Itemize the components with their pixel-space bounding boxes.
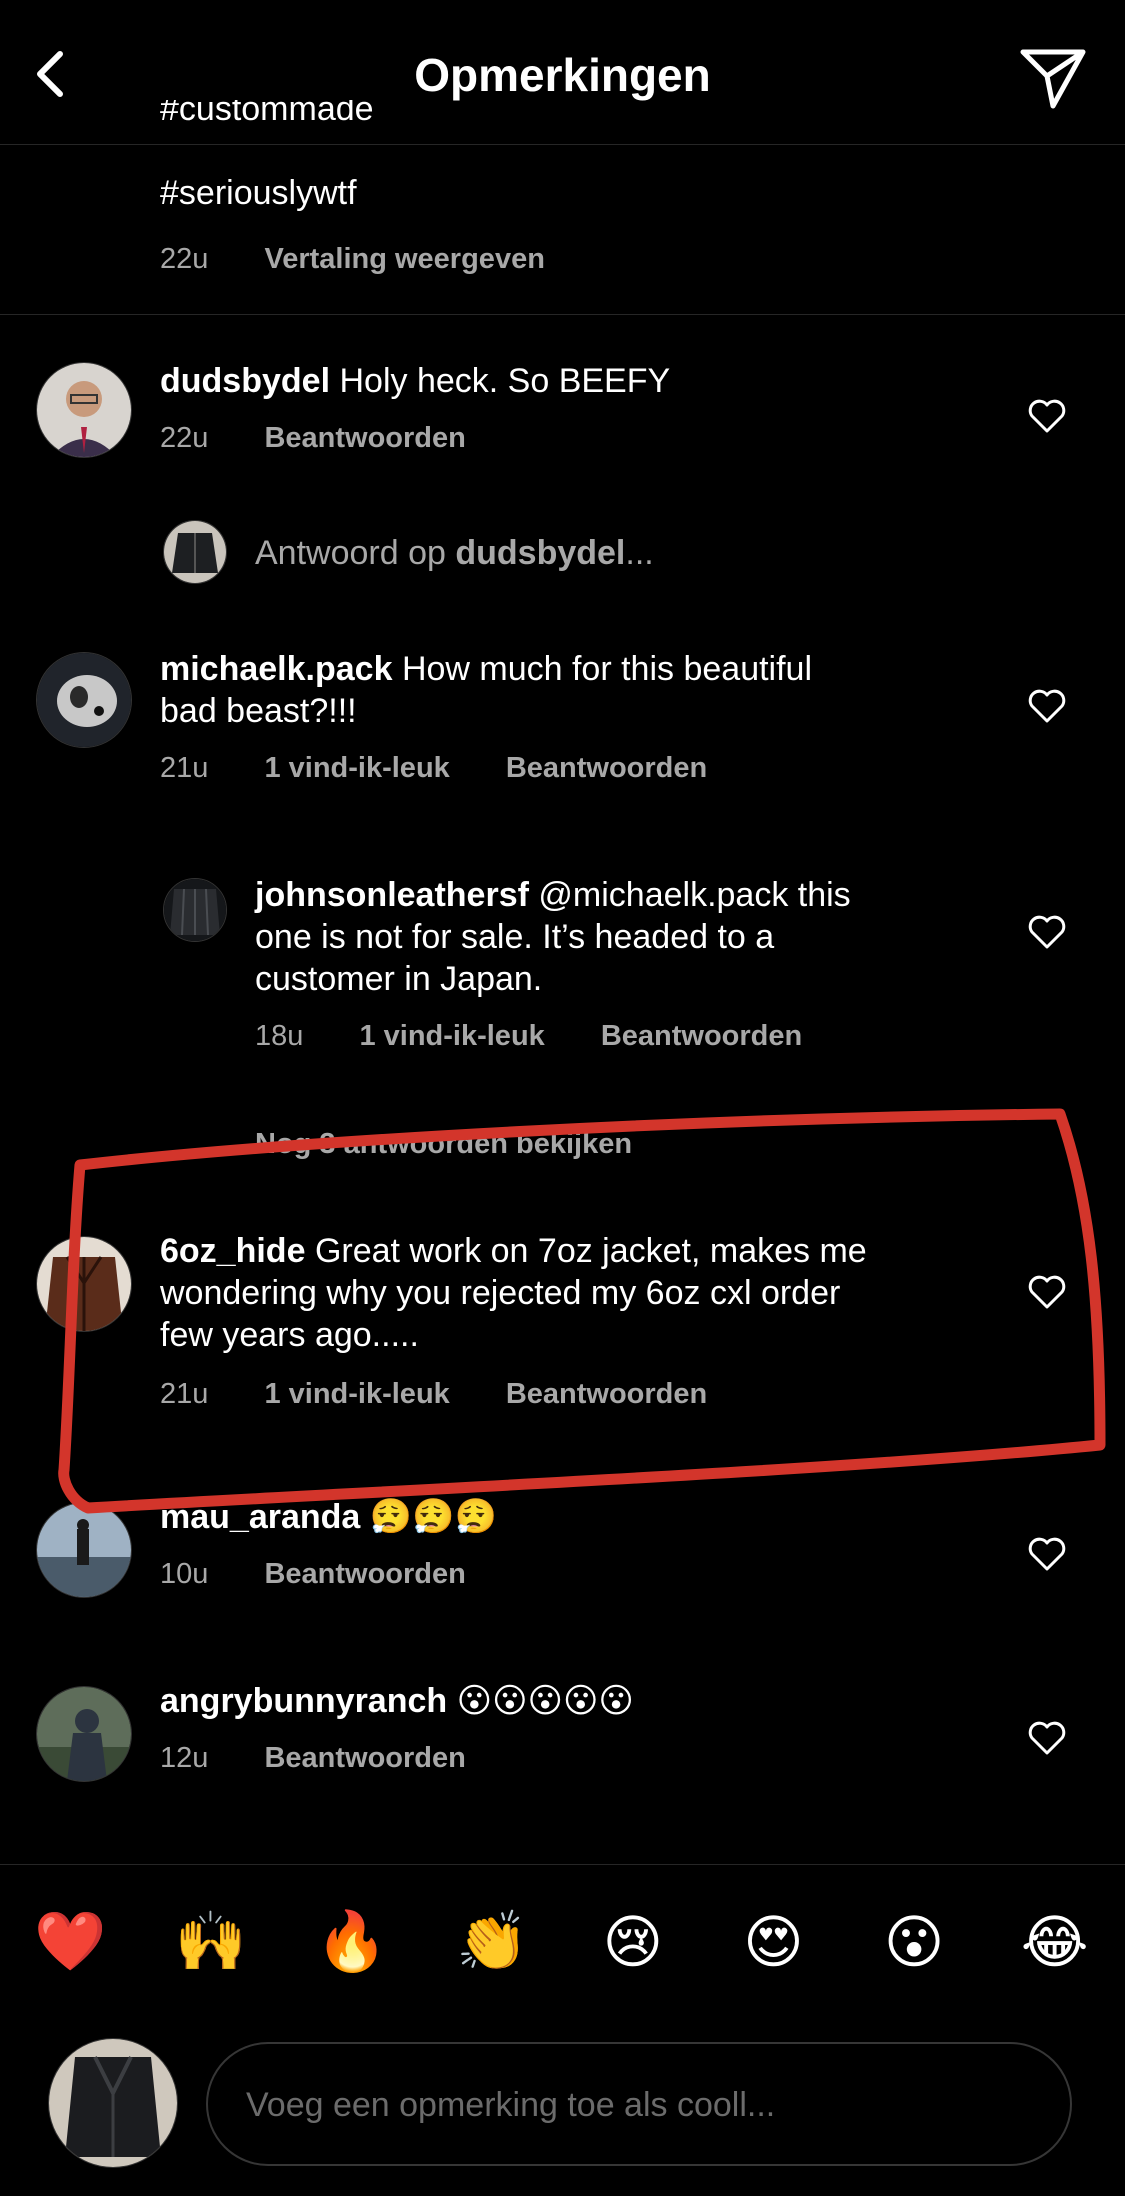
reply-to-label: Antwoord op (255, 534, 456, 572)
heart-icon[interactable] (1027, 1272, 1067, 1312)
ellipsis: ... (625, 534, 654, 572)
reply-button[interactable]: Beantwoorden (264, 1558, 465, 1590)
comment-time: 22u (160, 422, 209, 454)
avatar[interactable] (163, 878, 227, 942)
likes-count[interactable]: 1 vind-ik-leuk (359, 1020, 544, 1052)
comment-text: Holy heck. So BEEFY (339, 362, 671, 400)
comment-text: 😮😮😮😮😮 (456, 1682, 634, 1720)
emoji-heart-button[interactable]: ❤️ (30, 1908, 110, 1976)
avatar[interactable] (36, 362, 132, 458)
avatar (163, 520, 227, 584)
view-more-replies[interactable]: Nog 3 antwoorden bekijken (255, 1128, 632, 1161)
comment-username[interactable]: 6oz_hide (160, 1232, 305, 1270)
reply-button[interactable]: Beantwoorden (506, 752, 707, 784)
reply-button[interactable]: Beantwoorden (264, 422, 465, 454)
comment-time: 18u (255, 1020, 304, 1052)
reply-button[interactable]: Beantwoorden (601, 1020, 802, 1052)
comment-input[interactable] (244, 2044, 1028, 2166)
avatar[interactable] (36, 1236, 132, 1332)
comment-time: 21u (160, 1378, 209, 1410)
comment-time: 10u (160, 1558, 209, 1590)
reply-button[interactable]: Beantwoorden (264, 1742, 465, 1774)
comment-username[interactable]: johnsonleathersf (255, 876, 529, 914)
reply-button[interactable]: Beantwoorden (506, 1378, 707, 1410)
emoji-raised-hands-button[interactable]: 🙌 (171, 1908, 251, 1976)
caption-time: 22u (160, 243, 209, 275)
heart-icon[interactable] (1027, 1534, 1067, 1574)
paper-plane-icon[interactable] (1017, 42, 1089, 114)
comment-username[interactable]: mau_aranda (160, 1498, 360, 1536)
emoji-quick-bar: ❤️ 🙌 🔥 👏 😢 😍 😮 😂 (0, 1864, 1125, 2019)
comment-text: bad beast?!!! (160, 692, 357, 730)
translate-link[interactable]: Vertaling weergeven (264, 243, 544, 275)
avatar[interactable] (36, 1502, 132, 1598)
heart-icon[interactable] (1027, 396, 1067, 436)
divider (0, 314, 1125, 315)
heart-icon[interactable] (1027, 912, 1067, 952)
comment-text: Great work on 7oz jacket, makes me (314, 1232, 867, 1270)
comment-text: customer in Japan. (255, 960, 543, 998)
comment-text: How much for this beautiful (401, 650, 813, 688)
comment-text: 😮‍💨😮‍💨😮‍💨 (369, 1498, 497, 1536)
emoji-heart-eyes-button[interactable]: 😍 (733, 1908, 813, 1976)
emoji-laughing-button[interactable]: 😂 (1015, 1908, 1095, 1976)
heart-icon[interactable] (1027, 1718, 1067, 1758)
comment-input-wrapper (206, 2042, 1072, 2166)
comment-composer (0, 2018, 1125, 2196)
page-title: Opmerkingen (414, 49, 711, 101)
comment-text: @michaelk.pack this (538, 876, 851, 914)
comment-time: 21u (160, 752, 209, 784)
reply-to-username: dudsbydel (455, 534, 626, 572)
likes-count[interactable]: 1 vind-ik-leuk (264, 1378, 449, 1410)
comment-text: few years ago..... (160, 1316, 419, 1354)
emoji-surprised-button[interactable]: 😮 (874, 1908, 954, 1976)
avatar[interactable] (36, 1686, 132, 1782)
emoji-clapping-button[interactable]: 👏 (452, 1908, 532, 1976)
caption-tag: #custommade (160, 100, 374, 126)
avatar[interactable] (36, 652, 132, 748)
comment-username[interactable]: michaelk.pack (160, 650, 392, 688)
likes-count[interactable]: 1 vind-ik-leuk (264, 752, 449, 784)
heart-icon[interactable] (1027, 686, 1067, 726)
comment-text: one is not for sale. It’s headed to a (255, 918, 775, 956)
comment-time: 12u (160, 1742, 209, 1774)
emoji-crying-button[interactable]: 😢 (593, 1908, 673, 1976)
comment-text: wondering why you rejected my 6oz cxl or… (160, 1274, 841, 1312)
emoji-fire-button[interactable]: 🔥 (312, 1908, 392, 1976)
comment-username[interactable]: angrybunnyranch (160, 1682, 447, 1720)
caption-tag: #seriouslywtf (160, 174, 357, 212)
comment-username[interactable]: dudsbydel (160, 362, 330, 400)
current-user-avatar (48, 2038, 178, 2168)
